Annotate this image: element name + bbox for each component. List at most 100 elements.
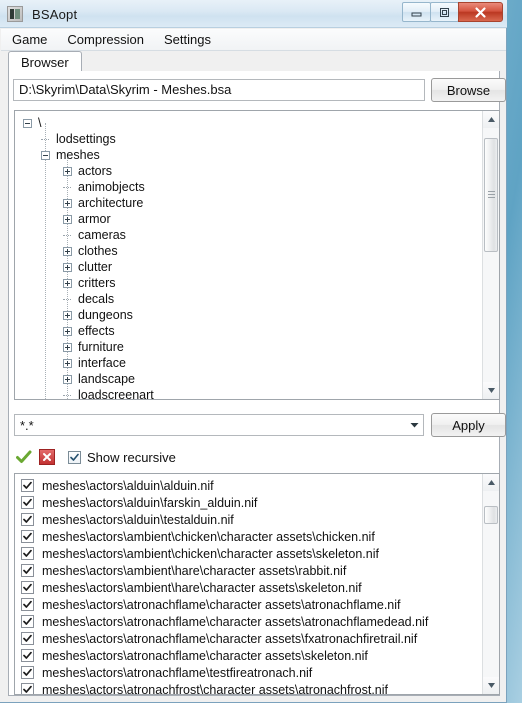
menu-bar: Game Compression Settings [1,29,506,51]
tree-leaf-marker-icon[interactable] [63,183,72,192]
tree-node[interactable]: landscape [15,371,482,387]
file-list-row[interactable]: meshes\actors\atronachflame\character as… [15,630,482,647]
tree-expand-icon[interactable] [63,374,72,384]
tree-expand-icon[interactable] [63,262,72,272]
filter-combobox[interactable]: *.* [14,414,424,436]
checkmark-icon [23,617,32,625]
file-list-row[interactable]: meshes\actors\alduin\farskin_alduin.nif [15,494,482,511]
file-checkbox[interactable] [21,479,34,492]
file-list-vertical-scrollbar[interactable] [482,474,499,694]
minimize-button[interactable] [402,2,431,22]
tree-node-label: architecture [78,196,144,210]
apply-button[interactable]: Apply [431,413,506,437]
tree-scroll-thumb[interactable] [484,138,498,253]
file-list-row[interactable]: meshes\actors\ambient\chicken\character … [15,528,482,545]
tree-collapse-icon[interactable] [23,118,32,128]
tree-node[interactable]: loadscreenart [15,387,482,400]
tree-scroll-up-button[interactable] [483,111,499,128]
file-list-row[interactable]: meshes\actors\alduin\testalduin.nif [15,511,482,528]
list-scroll-thumb[interactable] [484,505,498,525]
tab-browser[interactable]: Browser [8,51,82,72]
green-check-icon[interactable] [14,448,34,466]
file-list-row[interactable]: meshes\actors\ambient\hare\character ass… [15,579,482,596]
tree-expand-icon[interactable] [63,246,72,256]
tree-node[interactable]: effects [15,323,482,339]
file-checkbox[interactable] [21,530,34,543]
tree-leaf-marker-icon[interactable] [63,295,72,304]
menu-item-settings[interactable]: Settings [155,30,220,49]
tree-node[interactable]: interface [15,355,482,371]
tree-scroll-down-button[interactable] [483,382,499,399]
tree-leaf-marker-icon[interactable] [63,391,72,400]
tree-vertical-scrollbar[interactable] [482,111,499,399]
file-checkbox[interactable] [21,564,34,577]
checkmark-icon [23,532,32,540]
tree-node-label: dungeons [78,308,133,322]
chevron-down-icon [487,683,495,688]
show-recursive-box[interactable] [68,450,81,464]
maximize-icon [440,7,449,17]
menu-item-compression[interactable]: Compression [58,30,153,49]
tree-expand-icon[interactable] [63,198,72,208]
tree-collapse-icon[interactable] [41,150,50,160]
file-list-row[interactable]: meshes\actors\atronachflame\character as… [15,647,482,664]
menu-item-game[interactable]: Game [3,30,56,49]
file-checkbox[interactable] [21,496,34,509]
close-button[interactable] [458,2,503,22]
tree-node[interactable]: armor [15,211,482,227]
tree-node[interactable]: meshes [15,147,482,163]
red-x-icon[interactable] [39,449,55,465]
tree-expand-icon[interactable] [63,278,72,288]
tree-node[interactable]: architecture [15,195,482,211]
file-checkbox[interactable] [21,513,34,526]
tree-node[interactable]: clothes [15,243,482,259]
show-recursive-checkbox[interactable]: Show recursive [68,450,176,465]
tree-node-label: lodsettings [56,132,116,146]
browse-button[interactable]: Browse [431,78,506,102]
filter-dropdown-button[interactable] [406,415,423,435]
tree-expand-icon[interactable] [63,166,72,176]
tree-leaf-marker-icon[interactable] [41,135,50,144]
file-path-label: meshes\actors\alduin\farskin_alduin.nif [42,495,258,510]
file-list-row[interactable]: meshes\actors\ambient\hare\character ass… [15,562,482,579]
file-list-row[interactable]: meshes\actors\atronachflame\testfireatro… [15,664,482,681]
archive-path-input[interactable]: D:\Skyrim\Data\Skyrim - Meshes.bsa [13,79,425,101]
tree-expand-icon[interactable] [63,214,72,224]
file-checkbox[interactable] [21,547,34,560]
tree-node[interactable]: critters [15,275,482,291]
file-checkbox[interactable] [21,683,34,694]
tree-node[interactable]: clutter [15,259,482,275]
archive-tree-view[interactable]: \ lodsettings meshes actors animobjects archi… [14,110,500,400]
tree-node[interactable]: decals [15,291,482,307]
file-checkbox[interactable] [21,581,34,594]
file-list-row[interactable]: meshes\actors\atronachfrost\character as… [15,681,482,694]
tree-node[interactable]: \ [15,115,482,131]
tree-node[interactable]: furniture [15,339,482,355]
file-list-row[interactable]: meshes\actors\alduin\alduin.nif [15,477,482,494]
file-list[interactable]: meshes\actors\alduin\alduin.nif meshes\ac… [14,473,500,695]
file-list-row[interactable]: meshes\actors\atronachflame\character as… [15,596,482,613]
list-scroll-down-button[interactable] [483,677,499,694]
tree-expand-icon[interactable] [63,310,72,320]
tree-node[interactable]: lodsettings [15,131,482,147]
tree-node[interactable]: cameras [15,227,482,243]
tree-node[interactable]: animobjects [15,179,482,195]
tree-node[interactable]: dungeons [15,307,482,323]
tree-node[interactable]: actors [15,163,482,179]
list-scroll-up-button[interactable] [483,474,499,491]
tree-expand-icon[interactable] [63,342,72,352]
file-checkbox[interactable] [21,632,34,645]
file-checkbox[interactable] [21,598,34,611]
file-path-label: meshes\actors\atronachflame\testfireatro… [42,665,313,680]
file-checkbox[interactable] [21,666,34,679]
file-checkbox[interactable] [21,615,34,628]
file-list-row[interactable]: meshes\actors\atronachflame\character as… [15,613,482,630]
tree-leaf-marker-icon[interactable] [63,231,72,240]
tree-node-label: animobjects [78,180,145,194]
file-list-row[interactable]: meshes\actors\ambient\chicken\character … [15,545,482,562]
file-checkbox[interactable] [21,649,34,662]
tree-expand-icon[interactable] [63,358,72,368]
maximize-button[interactable] [430,2,459,22]
file-path-label: meshes\actors\ambient\hare\character ass… [42,563,347,578]
tree-expand-icon[interactable] [63,326,72,336]
